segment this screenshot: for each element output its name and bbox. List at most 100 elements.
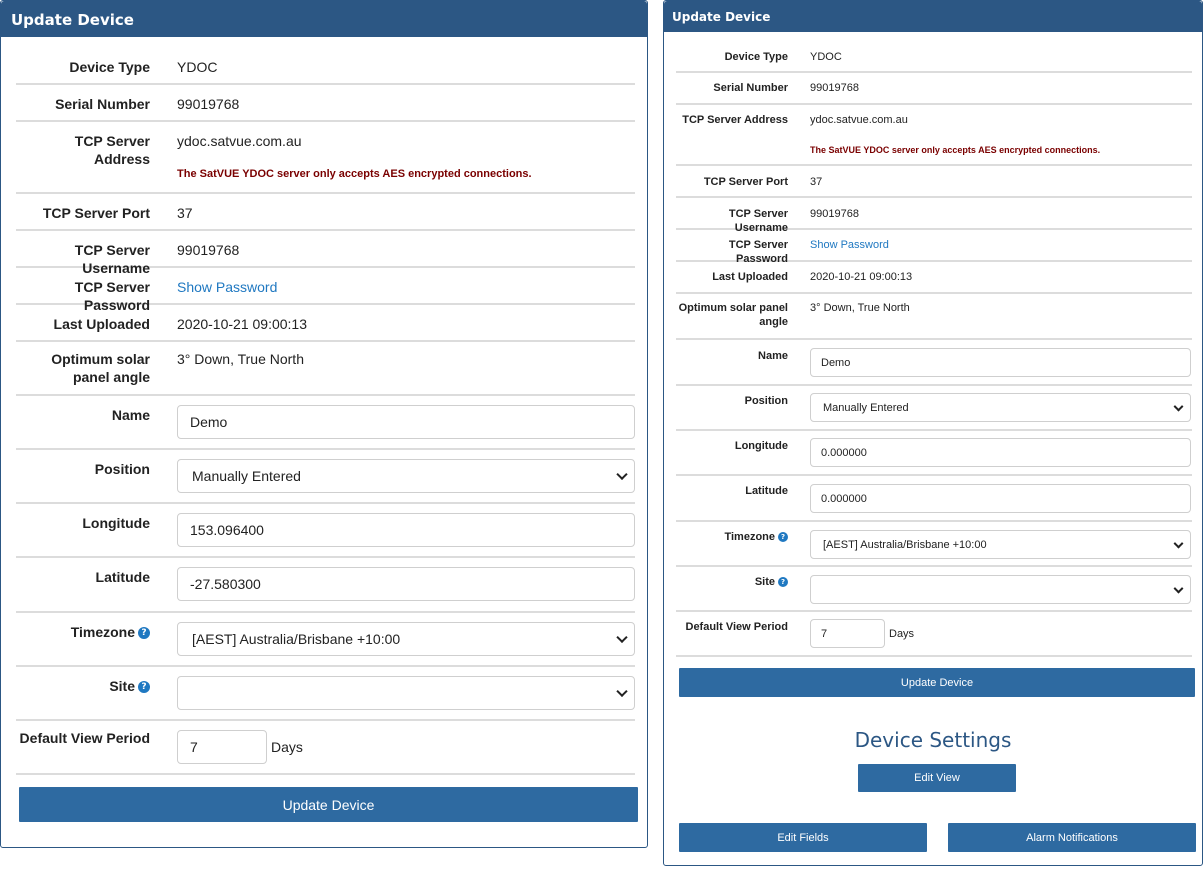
serial-number-value: 99019768 [177, 96, 240, 112]
site-label: Site? [676, 576, 788, 590]
tcp-server-address-value: ydoc.satvue.com.au [177, 133, 302, 149]
name-input[interactable]: Demo [177, 405, 635, 439]
help-icon[interactable]: ? [778, 577, 788, 588]
solar-angle-label: Optimum solar panel angle [51, 351, 150, 385]
longitude-row: Longitude 0.000000 [676, 431, 1192, 476]
longitude-input[interactable]: 0.000000 [810, 438, 1191, 467]
position-selected: Manually Entered [192, 468, 301, 484]
latitude-row: Latitude -27.580300 [16, 558, 635, 613]
tcp-server-port-value: 37 [177, 205, 193, 221]
update-device-panel-left: Update Device Device Type YDOC Serial Nu… [0, 0, 648, 848]
show-password-link[interactable]: Show Password [810, 239, 889, 251]
timezone-label-text: Timezone [70, 624, 135, 640]
tcp-server-username-value: 99019768 [177, 242, 240, 258]
update-device-button[interactable]: Update Device [19, 787, 638, 822]
latitude-label: Latitude [745, 485, 788, 497]
serial-number-row: Serial Number 99019768 [16, 85, 635, 122]
longitude-row: Longitude 153.096400 [16, 504, 635, 558]
timezone-row: Timezone? [AEST] Australia/Brisbane +10:… [16, 613, 635, 667]
tcp-server-port-row: TCP Server Port 37 [676, 166, 1192, 198]
default-view-period-row: Default View Period 7 Days [676, 612, 1192, 657]
tcp-server-username-value: 99019768 [810, 208, 859, 220]
name-row: Name Demo [676, 340, 1192, 386]
tcp-server-port-value: 37 [810, 176, 823, 188]
latitude-input[interactable]: 0.000000 [810, 484, 1191, 513]
solar-angle-row: Optimum solar panel angle 3° Down, True … [16, 342, 635, 396]
help-icon[interactable]: ? [138, 681, 150, 694]
solar-angle-row: Optimum solar panel angle 3° Down, True … [676, 294, 1192, 340]
edit-view-button[interactable]: Edit View [858, 764, 1016, 792]
update-device-panel-right: Update Device Device Type YDOC Serial Nu… [663, 0, 1203, 866]
device-type-value: YDOC [810, 51, 842, 63]
site-label: Site? [16, 678, 150, 696]
name-input[interactable]: Demo [810, 348, 1191, 377]
latitude-label: Latitude [95, 569, 150, 585]
default-view-period-label: Default View Period [19, 730, 150, 746]
solar-angle-value: 3° Down, True North [177, 351, 304, 367]
name-row: Name Demo [16, 396, 635, 450]
default-view-period-row: Default View Period 7 Days [16, 721, 635, 775]
tcp-server-port-label: TCP Server Port [703, 176, 788, 188]
timezone-label: Timezone? [16, 624, 150, 642]
device-type-label: Device Type [724, 51, 788, 63]
latitude-row: Latitude 0.000000 [676, 476, 1192, 522]
tcp-server-address-label: TCP Server Address [74, 133, 150, 167]
days-unit: Days [271, 739, 303, 755]
position-select[interactable]: Manually Entered [177, 459, 635, 493]
last-uploaded-value: 2020-10-21 09:00:13 [810, 271, 913, 283]
latitude-input[interactable]: -27.580300 [177, 567, 635, 601]
device-type-row: Device Type YDOC [676, 41, 1192, 73]
name-label: Name [758, 350, 788, 362]
timezone-select[interactable]: [AEST] Australia/Brisbane +10:00 [177, 622, 635, 656]
position-selected: Manually Entered [823, 401, 909, 414]
site-label-text: Site [754, 576, 775, 588]
tcp-server-password-row: TCP Server Password Show Password [676, 230, 1192, 265]
site-row: Site? [16, 667, 635, 721]
serial-number-label: Serial Number [713, 82, 788, 94]
longitude-input[interactable]: 153.096400 [177, 513, 635, 547]
panel-title: Update Device [664, 1, 1202, 32]
help-icon[interactable]: ? [778, 532, 788, 543]
aes-notice: The SatVUE YDOC server only accepts AES … [177, 168, 532, 180]
help-icon[interactable]: ? [138, 627, 150, 640]
last-uploaded-label: Last Uploaded [53, 316, 150, 332]
name-label: Name [111, 407, 150, 423]
tcp-server-address-row: TCP Server Address ydoc.satvue.com.au Th… [16, 122, 635, 194]
chevron-down-icon [1173, 538, 1184, 549]
tcp-server-address-value: ydoc.satvue.com.au [810, 114, 908, 126]
serial-number-label: Serial Number [55, 96, 150, 112]
site-select[interactable] [810, 575, 1191, 604]
last-uploaded-row: Last Uploaded 2020-10-21 09:00:13 [16, 305, 635, 342]
device-settings-heading: Device Settings [854, 728, 1012, 752]
default-view-period-input[interactable]: 7 [810, 619, 885, 648]
show-password-link[interactable]: Show Password [177, 279, 277, 295]
aes-notice: The SatVUE YDOC server only accepts AES … [810, 145, 1101, 155]
site-select[interactable] [177, 676, 635, 710]
chevron-down-icon [616, 468, 628, 481]
timezone-selected: [AEST] Australia/Brisbane +10:00 [192, 631, 401, 647]
position-select[interactable]: Manually Entered [810, 393, 1191, 422]
days-unit: Days [889, 628, 915, 640]
position-row: Position Manually Entered [16, 450, 635, 504]
device-type-value: YDOC [177, 59, 218, 75]
chevron-down-icon [616, 631, 628, 644]
tcp-server-port-label: TCP Server Port [42, 205, 150, 221]
tcp-server-address-row: TCP Server Address ydoc.satvue.com.au Th… [676, 105, 1192, 166]
device-type-row: Device Type YDOC [16, 48, 635, 85]
panel-title: Update Device [1, 1, 647, 37]
device-type-label: Device Type [69, 59, 150, 75]
last-uploaded-label: Last Uploaded [712, 271, 788, 283]
position-label: Position [94, 461, 150, 477]
timezone-label: Timezone? [676, 531, 788, 545]
update-device-button[interactable]: Update Device [679, 668, 1195, 697]
timezone-select[interactable]: [AEST] Australia/Brisbane +10:00 [810, 530, 1191, 559]
longitude-label: Longitude [734, 440, 788, 452]
default-view-period-input[interactable]: 7 [177, 730, 267, 764]
chevron-down-icon [1173, 401, 1184, 412]
edit-fields-button[interactable]: Edit Fields [679, 823, 927, 852]
last-uploaded-row: Last Uploaded 2020-10-21 09:00:13 [676, 262, 1192, 294]
timezone-label-text: Timezone [724, 531, 775, 543]
tcp-server-password-row: TCP Server Password Show Password [16, 268, 635, 313]
alarm-notifications-button[interactable]: Alarm Notifications [948, 823, 1196, 852]
chevron-down-icon [1173, 583, 1184, 594]
